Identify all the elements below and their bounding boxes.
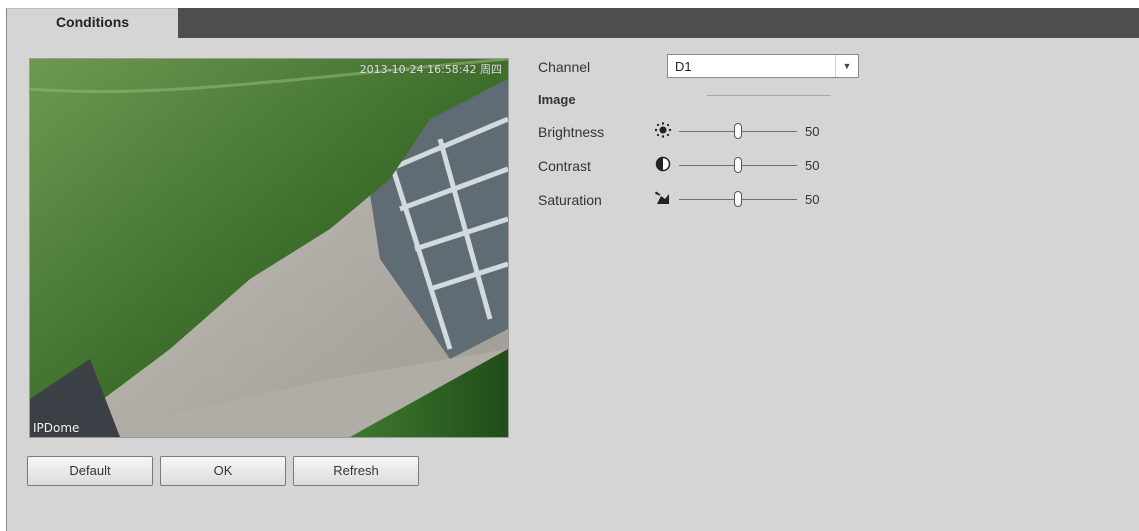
- chevron-down-icon[interactable]: ▼: [835, 55, 858, 77]
- tab-conditions[interactable]: Conditions: [7, 8, 178, 38]
- refresh-button[interactable]: Refresh: [293, 456, 419, 486]
- contrast-slider-thumb[interactable]: [734, 157, 742, 173]
- osd-channel-name: IPDome: [33, 421, 80, 435]
- channel-label: Channel: [538, 59, 591, 75]
- brightness-icon: [654, 122, 672, 138]
- conditions-panel: Conditions 2013-10-24 16:58:42 周四 IPDome…: [6, 8, 1139, 531]
- contrast-value: 50: [805, 158, 820, 173]
- brightness-value: 50: [805, 124, 820, 139]
- channel-value: D1: [675, 59, 692, 74]
- saturation-label: Saturation: [538, 192, 602, 208]
- video-preview: 2013-10-24 16:58:42 周四 IPDome: [29, 58, 509, 438]
- saturation-value: 50: [805, 192, 820, 207]
- contrast-icon: [655, 156, 671, 172]
- saturation-icon: [655, 191, 669, 204]
- saturation-slider-thumb[interactable]: [734, 191, 742, 207]
- channel-select[interactable]: D1 ▼: [667, 54, 859, 78]
- brightness-label: Brightness: [538, 124, 605, 140]
- ok-button[interactable]: OK: [160, 456, 286, 486]
- section-divider: [707, 95, 831, 96]
- contrast-label: Contrast: [538, 158, 591, 174]
- image-section-title: Image: [538, 92, 576, 107]
- default-button[interactable]: Default: [27, 456, 153, 486]
- tab-bar: Conditions: [7, 8, 1139, 38]
- osd-timestamp: 2013-10-24 16:58:42 周四: [359, 63, 502, 76]
- brightness-slider-thumb[interactable]: [734, 123, 742, 139]
- preview-image: [30, 59, 508, 437]
